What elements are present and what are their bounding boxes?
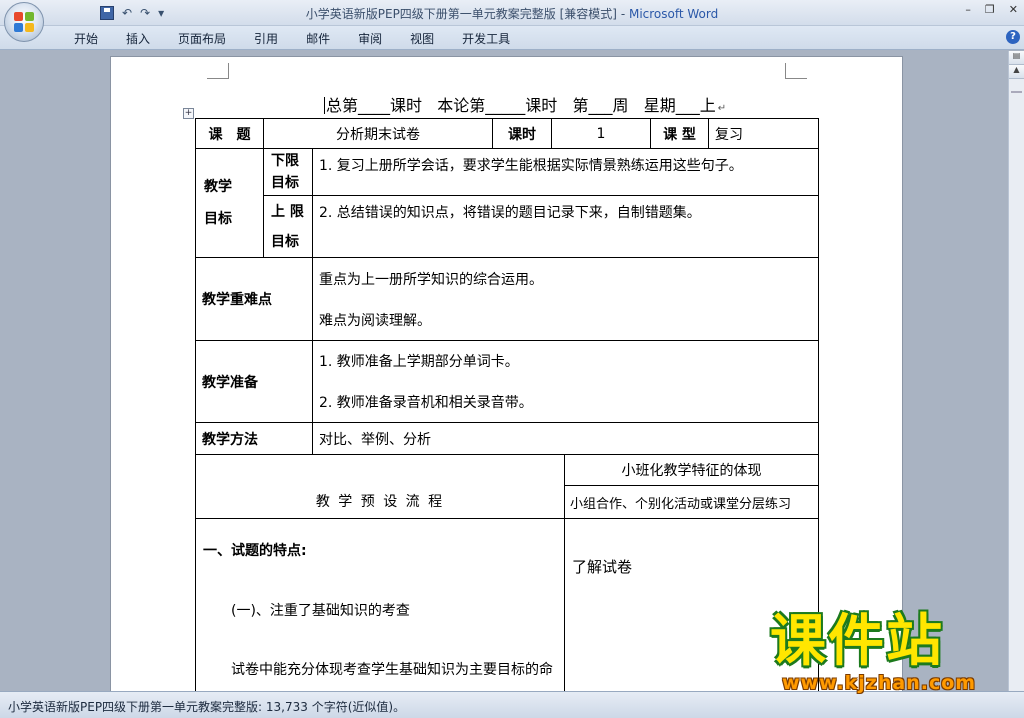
period-label: 课时 — [508, 126, 536, 143]
lesson-heading[interactable]: 总第____课时 本论第_____课时 第___周 星期___上 ↵ — [324, 92, 726, 116]
feature-subtitle: 小组合作、个别化活动或课堂分层练习 — [570, 496, 792, 512]
feature-note-1: 了解试卷 — [572, 558, 633, 576]
key-points-label: 教学重难点 — [202, 292, 272, 308]
site-watermark: 课件站 www.kjzhan.com — [770, 612, 1020, 712]
method-text-cell[interactable]: 对比、举例、分析 — [312, 422, 819, 455]
vertical-scrollbar[interactable]: ▤ ▲ — [1008, 51, 1024, 691]
ribbon: 开始 插入 页面布局 引用 邮件 审阅 视图 开发工具 ? — [0, 26, 1024, 50]
document-title: 小学英语新版PEP四级下册第一单元教案完整版 [兼容模式] — [305, 7, 617, 21]
goals-label-cell: 教学目标 — [195, 148, 264, 258]
upper-goal-label: 上 限 目标 — [271, 203, 304, 250]
close-button[interactable]: ✕ — [1009, 3, 1018, 16]
section-heading-1: 一、试题的特点: — [203, 543, 307, 559]
key-points-text-cell[interactable]: 重点为上一册所学知识的综合运用。 难点为阅读理解。 — [312, 257, 819, 341]
topic-label: 课 题 — [208, 126, 251, 143]
paragraph-mark: ↵ — [717, 103, 727, 114]
flow-title: 教 学 预 设 流 程 — [315, 493, 445, 510]
document-workspace: 总第____课时 本论第_____课时 第___周 星期___上 ↵ + 课 题 … — [0, 51, 1008, 691]
difficulty-line: 难点为阅读理解。 — [319, 312, 431, 329]
window-title: 小学英语新版PEP四级下册第一单元教案完整版 [兼容模式] - Microsof… — [0, 5, 1024, 22]
scroll-thumb[interactable] — [1011, 91, 1022, 93]
goals-label: 教学目标 — [204, 179, 232, 227]
tab-developer[interactable]: 开发工具 — [448, 30, 524, 47]
preparation-label: 教学准备 — [202, 374, 258, 391]
help-icon[interactable]: ? — [1006, 30, 1020, 44]
lesson-heading-text: 总第____课时 本论第_____课时 第___周 星期___上 — [326, 96, 716, 115]
office-button[interactable] — [4, 2, 44, 42]
topic-value-cell[interactable]: 分析期末试卷 — [263, 118, 493, 149]
upper-goal-text: 2. 总结错误的知识点，将错误的题目记录下来，自制错题集。 — [319, 205, 701, 221]
tab-references[interactable]: 引用 — [240, 30, 292, 47]
watermark-url: www.kjzhan.com — [782, 672, 977, 694]
key-point-line: 重点为上一册所学知识的综合运用。 — [319, 271, 543, 288]
flow-title-cell: 教 学 预 设 流 程 — [195, 454, 565, 519]
period-label-cell: 课时 — [492, 118, 552, 149]
preparation-label-cell: 教学准备 — [195, 340, 313, 423]
period-value-cell[interactable]: 1 — [551, 118, 651, 149]
tab-insert[interactable]: 插入 — [112, 30, 164, 47]
period-value: 1 — [596, 125, 606, 142]
minimize-button[interactable]: – — [965, 3, 971, 16]
office-logo-icon — [14, 12, 34, 32]
upper-goal-label-cell: 上 限 目标 — [263, 195, 313, 258]
title-separator: - — [617, 7, 629, 21]
feature-title-cell: 小班化教学特征的体现 — [564, 454, 819, 486]
crop-mark-top-right — [785, 63, 807, 79]
method-label-cell: 教学方法 — [195, 422, 313, 455]
document-page[interactable]: 总第____课时 本论第_____课时 第___周 星期___上 ↵ + 课 题 … — [110, 56, 903, 691]
text-cursor — [324, 97, 325, 114]
topic-label-cell: 课 题 — [195, 118, 264, 149]
type-label-cell: 课 型 — [650, 118, 709, 149]
window-controls: – ❐ ✕ — [965, 3, 1018, 16]
key-points-label-cell: 教学重难点 — [195, 257, 313, 341]
table-move-handle-icon[interactable]: + — [183, 108, 194, 119]
feature-subtitle-cell: 小组合作、个别化活动或课堂分层练习 — [564, 485, 819, 519]
type-value-cell[interactable]: 复习 — [708, 118, 819, 149]
method-label: 教学方法 — [202, 431, 258, 448]
lower-goal-label-cell: 下限目标 — [263, 148, 313, 196]
tab-review[interactable]: 审阅 — [344, 30, 396, 47]
subsection-heading-1: (一)、注重了基础知识的考查 — [231, 603, 410, 619]
ribbon-tabs: 开始 插入 页面布局 引用 邮件 审阅 视图 开发工具 — [60, 30, 524, 47]
topic-value: 分析期末试卷 — [336, 126, 420, 143]
app-name: Microsoft Word — [628, 7, 719, 21]
tab-home[interactable]: 开始 — [60, 30, 112, 47]
tab-view[interactable]: 视图 — [396, 30, 448, 47]
type-value: 复习 — [715, 126, 743, 143]
lower-goal-text: 1. 复习上册所学会话，要求学生能根据实际情景熟练运用这些句子。 — [319, 158, 743, 174]
feature-title: 小班化教学特征的体现 — [621, 463, 762, 479]
preparation-line-1: 1. 教师准备上学期部分单词卡。 — [319, 354, 519, 371]
body-paragraph-1: 试卷中能充分体现考查学生基础知识为主要目标的命 — [231, 662, 553, 678]
preparation-line-2: 2. 教师准备录音机和相关录音带。 — [319, 394, 533, 411]
tab-page-layout[interactable]: 页面布局 — [164, 30, 240, 47]
lower-goal-text-cell[interactable]: 1. 复习上册所学会话，要求学生能根据实际情景熟练运用这些句子。 — [312, 148, 819, 196]
ruler-toggle-icon[interactable]: ▤ — [1009, 51, 1024, 65]
status-text: 小学英语新版PEP四级下册第一单元教案完整版: 13,733 个字符(近似值)。 — [8, 700, 406, 714]
method-text: 对比、举例、分析 — [319, 431, 431, 448]
title-bar: ↶ ↷ ▾ 小学英语新版PEP四级下册第一单元教案完整版 [兼容模式] - Mi… — [0, 0, 1024, 26]
crop-mark-top-left — [207, 63, 229, 79]
watermark-brand: 课件站 — [770, 609, 944, 674]
lower-goal-label: 下限目标 — [271, 153, 299, 191]
restore-button[interactable]: ❐ — [985, 3, 995, 16]
preparation-text-cell[interactable]: 1. 教师准备上学期部分单词卡。 2. 教师准备录音机和相关录音带。 — [312, 340, 819, 423]
upper-goal-text-cell[interactable]: 2. 总结错误的知识点，将错误的题目记录下来，自制错题集。 — [312, 195, 819, 258]
tab-mailings[interactable]: 邮件 — [292, 30, 344, 47]
type-label: 课 型 — [663, 126, 696, 143]
scroll-up-icon[interactable]: ▲ — [1009, 65, 1024, 79]
